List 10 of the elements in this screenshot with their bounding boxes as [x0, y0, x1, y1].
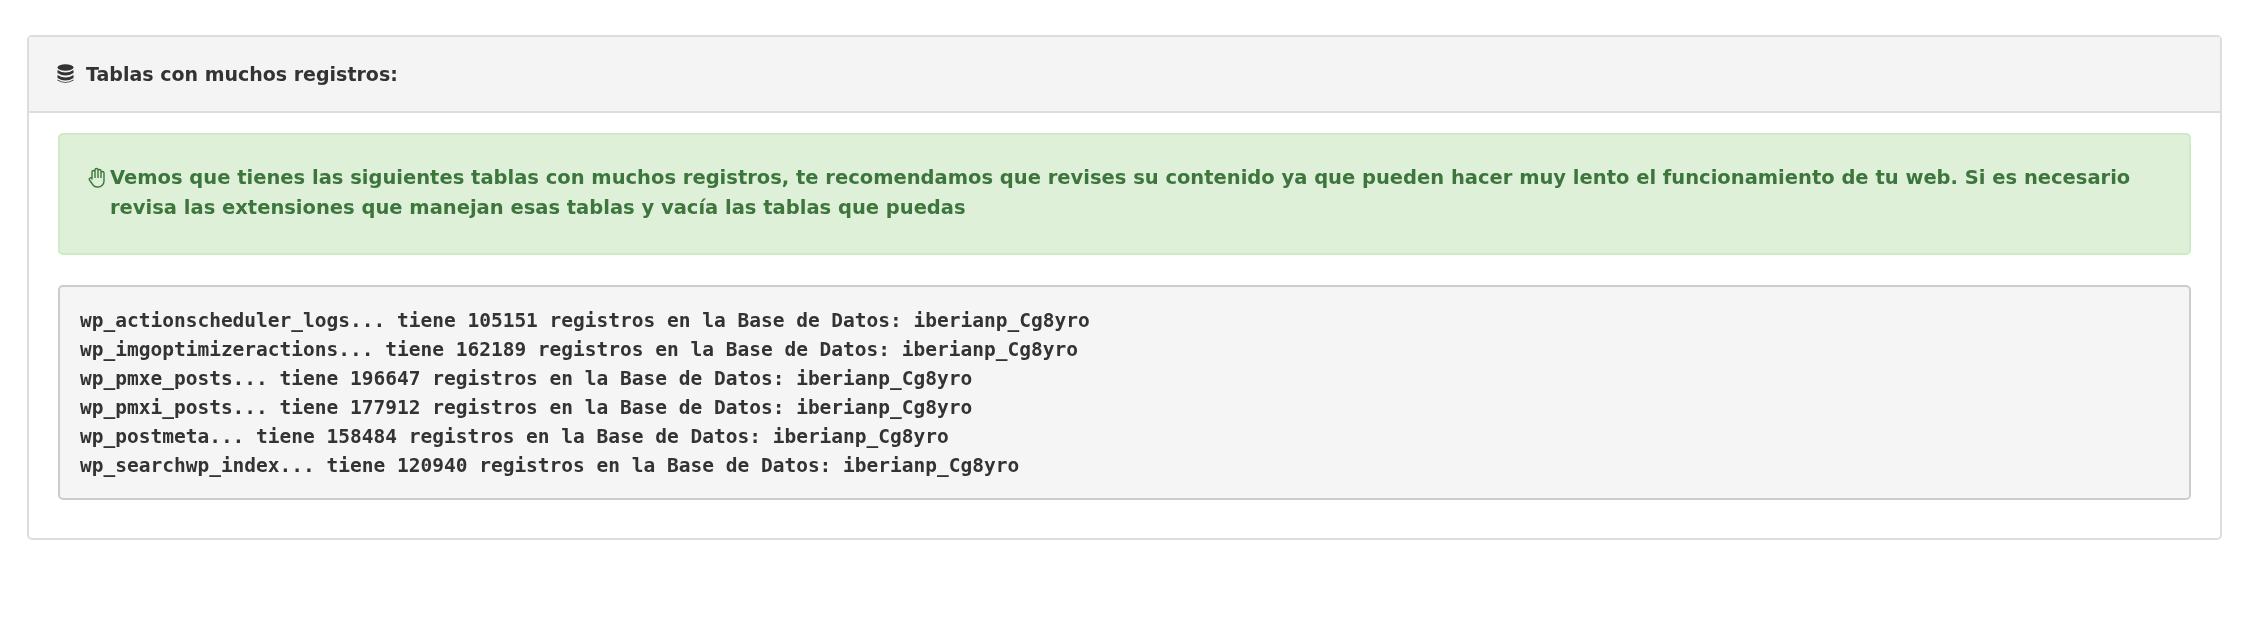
- log-line: wp_actionscheduler_logs... tiene 105151 registros en la Base de Datos: iberianp_Cg8yro: [80, 308, 1091, 334]
- log-line: wp_imgoptimizeractions... tiene 162189 registros en la Base de Datos: iberianp_Cg8yro: [80, 337, 1079, 363]
- hand-icon: [88, 167, 106, 189]
- log-line: wp_searchwp_index... tiene 120940 registros en la Base de Datos: iberianp_Cg8yro: [80, 453, 1021, 479]
- log-line: wp_pmxe_posts... tiene 196647 registros en la Base de Datos: iberianp_Cg8yro: [80, 366, 974, 392]
- panel-title: Tablas con muchos registros:: [86, 63, 398, 85]
- alert-message: Vemos que tienes las siguientes tablas con muchos registros, te recomendamos que revises su contenido ya que pueden hacer muy lento el funcionamiento de tu web. Si es necesario revisa las extensiones que manejan esas tablas y vacía las tablas que puedas: [110, 165, 2132, 221]
- log-line: wp_postmeta... tiene 158484 registros en la Base de Datos: iberianp_Cg8yro: [80, 424, 950, 450]
- log-line: wp_pmxi_posts... tiene 177912 registros en la Base de Datos: iberianp_Cg8yro: [80, 395, 974, 421]
- database-icon: [57, 64, 74, 84]
